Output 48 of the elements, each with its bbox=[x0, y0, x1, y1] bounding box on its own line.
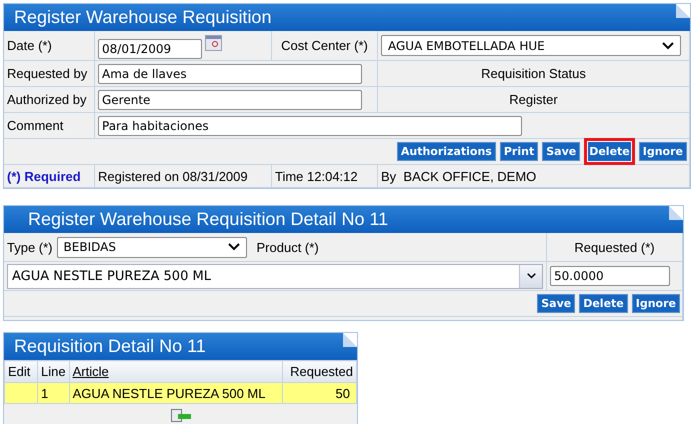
chevron-down-icon bbox=[662, 42, 674, 50]
corner-fold-icon bbox=[669, 206, 683, 220]
panel-title: Register Warehouse Requisition Detail No 11 bbox=[27, 209, 388, 230]
column-header: Line bbox=[38, 360, 70, 382]
action-button[interactable]: Ignore bbox=[638, 142, 687, 161]
dropdown-button[interactable] bbox=[519, 264, 542, 288]
action-button[interactable]: Print bbox=[500, 142, 538, 161]
column-header: Requested bbox=[282, 360, 356, 382]
registered-text: Registered on 08/31/2009 bbox=[98, 168, 248, 184]
chevron-down-icon bbox=[228, 243, 240, 251]
time-text: Time 12:04:12 bbox=[275, 168, 358, 184]
field-label: Requested by bbox=[7, 66, 88, 81]
requested-field[interactable]: 50.0000 bbox=[550, 266, 670, 286]
status-value: Register bbox=[509, 92, 558, 107]
product-combobox[interactable]: AGUA NESTLE PUREZA 500 ML bbox=[7, 264, 543, 288]
chevron-down-icon bbox=[526, 273, 536, 279]
field-label: Authorized by bbox=[7, 92, 86, 107]
field-label: Comment bbox=[7, 118, 64, 133]
type-dropdown[interactable]: BEBIDAS bbox=[56, 236, 247, 258]
action-button[interactable]: Save bbox=[537, 294, 576, 313]
action-button[interactable]: Save bbox=[542, 142, 580, 161]
panel-title: Requisition Detail No 11 bbox=[13, 336, 206, 357]
user-text: By BACK OFFICE, DEMO bbox=[381, 168, 536, 184]
comment-field[interactable]: Para habitaciones bbox=[98, 116, 522, 136]
action-button[interactable]: Delete bbox=[584, 138, 635, 165]
field-label: Date (*) bbox=[7, 38, 52, 53]
column-header: Edit bbox=[4, 360, 38, 382]
field-label: Cost Center (*) bbox=[281, 38, 368, 53]
action-button[interactable]: Delete bbox=[579, 294, 628, 313]
add-row-icon[interactable] bbox=[170, 409, 190, 423]
table-cell: 50 bbox=[282, 382, 356, 404]
corner-fold-icon bbox=[676, 4, 690, 18]
field-label: Requested (*) bbox=[574, 240, 655, 254]
cost-center-dropdown[interactable]: AGUA EMBOTELLADA HUE bbox=[381, 35, 681, 56]
column-header[interactable]: Article bbox=[69, 360, 282, 382]
field-label: Type (*) bbox=[7, 240, 53, 254]
date-field[interactable]: 08/01/2009 bbox=[98, 38, 202, 58]
action-button[interactable]: Authorizations bbox=[396, 142, 496, 161]
table-cell: 1 bbox=[38, 382, 70, 404]
field-label: Product (*) bbox=[256, 240, 319, 254]
panel-title: Register Warehouse Requisition bbox=[13, 7, 272, 28]
authorized-by-field[interactable]: Gerente bbox=[98, 90, 362, 110]
requested-by-field[interactable]: Ama de llaves bbox=[98, 64, 362, 84]
calendar-icon[interactable] bbox=[205, 34, 222, 50]
action-button[interactable]: Ignore bbox=[632, 294, 680, 313]
status-label: Requisition Status bbox=[481, 66, 586, 81]
table-cell: AGUA NESTLE PUREZA 500 ML bbox=[69, 382, 282, 404]
required-note: (*) Required bbox=[7, 168, 81, 184]
